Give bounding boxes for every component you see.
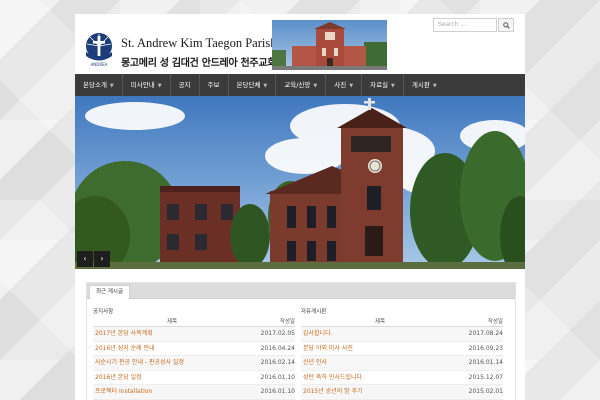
- post-date: 2016.01.10: [260, 388, 295, 395]
- chevron-down-icon: ▼: [157, 83, 162, 89]
- nav-item-archive[interactable]: 자료실 ▼: [362, 74, 404, 96]
- column-title: 제목: [374, 319, 386, 325]
- hero-slide-image: [75, 96, 525, 269]
- main-navigation: 본당소개 ▼ 미사안내 ▼ 공지 주보 본당단체 ▼ 교육/신앙 ▼ 사진 ▼ 자료실 ▼ …: [75, 74, 525, 96]
- site-title-korean[interactable]: 몽고메리 성 김대건 안드레아 천주교회: [121, 54, 276, 69]
- emblem-caption: ANDREA: [91, 62, 108, 67]
- parish-emblem-logo[interactable]: ANDREA: [85, 32, 113, 68]
- chevron-down-icon: ▼: [313, 83, 318, 89]
- nav-item-bulletin[interactable]: 주보: [200, 74, 229, 96]
- hero-slider: ‹ ›: [75, 96, 525, 269]
- chevron-down-icon: ▼: [109, 83, 114, 89]
- post-date: 2015.12.07: [468, 373, 503, 381]
- free-board: 자유게시판 제목 작성일 감사합니다. 2017.08.24 본당 야외 미사 사…: [301, 307, 503, 400]
- post-date: 2015.02.01: [468, 388, 503, 395]
- board-header: 제목 작성일: [301, 317, 503, 327]
- search-form: Search ...: [433, 18, 514, 32]
- column-title: 제목: [166, 319, 178, 325]
- nav-item-mass[interactable]: 미사안내 ▼: [123, 74, 171, 96]
- post-date: 2016.04.24: [260, 344, 295, 352]
- table-row[interactable]: 신년 인사 2016.01.14: [301, 356, 503, 371]
- post-title-link[interactable]: 감사합니다.: [301, 327, 459, 341]
- post-title-link[interactable]: 2015년 송년의 밤 후기: [301, 385, 459, 399]
- table-row[interactable]: 2016년 본당 일정 2016.01.10: [93, 371, 295, 385]
- nav-item-education[interactable]: 교육/신앙 ▼: [276, 74, 327, 96]
- nav-item-photos[interactable]: 사진 ▼: [326, 74, 363, 96]
- post-date: 2016.02.14: [260, 359, 295, 366]
- post-date: 2016.01.14: [468, 359, 503, 366]
- table-row[interactable]: 성탄 축하 인사드립니다. 2015.12.07: [301, 371, 503, 385]
- board-title[interactable]: 자유게시판: [301, 307, 503, 317]
- slider-next-button[interactable]: ›: [94, 251, 110, 267]
- board-header: 제목 작성일: [93, 317, 295, 327]
- tab-bar: 최근 게시글: [87, 283, 515, 299]
- church-header-photo: [272, 20, 387, 70]
- search-input[interactable]: Search ...: [433, 18, 497, 32]
- post-title-link[interactable]: 2016년 본당 일정: [93, 371, 251, 385]
- column-date: 작성일: [279, 319, 295, 325]
- slider-pagination: [503, 258, 515, 269]
- search-button[interactable]: [498, 18, 514, 32]
- post-title-link[interactable]: 사순시기 판공 안내 - 판공성사 일정: [93, 356, 251, 370]
- board-title[interactable]: 공지사항: [93, 307, 295, 317]
- nav-item-about[interactable]: 본당소개 ▼: [75, 74, 123, 96]
- tab-recent-posts[interactable]: 최근 게시글: [89, 285, 131, 299]
- table-row[interactable]: 2016년 성지 순례 안내 2016.04.24: [93, 342, 295, 356]
- recent-posts-panel: 최근 게시글 공지사항 제목 작성일 2017년 본당 사목계획 2017.02.…: [86, 282, 516, 400]
- post-date: 2016.01.10: [260, 373, 295, 381]
- table-row[interactable]: 2017년 본당 사목계획 2017.02.05: [93, 327, 295, 342]
- post-date: 2017.08.24: [468, 330, 503, 337]
- post-title-link[interactable]: 2017년 본당 사목계획: [93, 327, 251, 341]
- board-rows: 2017년 본당 사목계획 2017.02.05 2016년 성지 순례 안내 20…: [93, 327, 295, 400]
- chevron-down-icon: ▼: [391, 83, 395, 89]
- post-title-link[interactable]: 본당 야외 미사 사진: [301, 342, 459, 356]
- notice-board: 공지사항 제목 작성일 2017년 본당 사목계획 2017.02.05 2016…: [93, 307, 295, 400]
- board-rows: 감사합니다. 2017.08.24 본당 야외 미사 사진 2016.09.23 신…: [301, 327, 503, 400]
- nav-item-board[interactable]: 게시판 ▼: [404, 74, 445, 96]
- page-container: ANDREA St. Andrew Kim Taegon Parish 몽고메리…: [75, 14, 525, 400]
- post-date: 2016.09.23: [468, 344, 503, 352]
- nav-item-notice[interactable]: 공지: [171, 74, 200, 96]
- site-title-english[interactable]: St. Andrew Kim Taegon Parish: [121, 36, 276, 51]
- post-title-link[interactable]: 2016년 성지 순례 안내: [93, 342, 251, 356]
- table-row[interactable]: 감사합니다. 2017.08.24: [301, 327, 503, 342]
- post-title-link[interactable]: 성탄 축하 인사드립니다.: [301, 371, 459, 385]
- post-date: 2017.02.05: [260, 330, 295, 337]
- post-title-link[interactable]: 프로젝터 Installation: [93, 385, 251, 399]
- table-row[interactable]: 본당 야외 미사 사진 2016.09.23: [301, 342, 503, 356]
- post-title-link[interactable]: 신년 인사: [301, 356, 459, 370]
- table-row[interactable]: 사순시기 판공 안내 - 판공성사 일정 2016.02.14: [93, 356, 295, 371]
- slider-prev-button[interactable]: ‹: [77, 251, 93, 267]
- chevron-down-icon: ▼: [263, 83, 268, 89]
- chevron-down-icon: ▼: [432, 83, 437, 89]
- nav-item-groups[interactable]: 본당단체 ▼: [229, 74, 277, 96]
- table-row[interactable]: 프로젝터 Installation 2016.01.10: [93, 385, 295, 400]
- table-row[interactable]: 2015년 송년의 밤 후기 2015.02.01: [301, 385, 503, 400]
- column-date: 작성일: [487, 319, 503, 325]
- chevron-down-icon: ▼: [349, 83, 354, 89]
- search-icon: [502, 21, 510, 29]
